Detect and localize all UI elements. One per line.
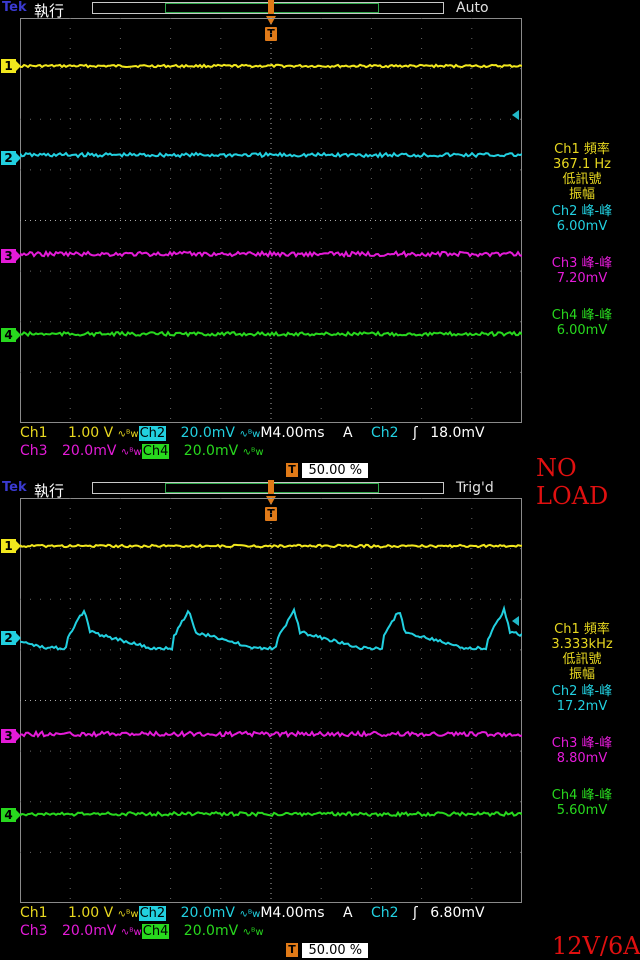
trigger-position-icon: T [286,943,298,957]
ch2-label: Ch2 [138,426,167,441]
ch3-readout: Ch3 峰-峰 7.20mV [551,256,613,286]
trigger-source: Ch2 [371,905,399,921]
ch4-marker[interactable]: 4 [1,328,21,342]
graticule-svg [20,18,522,423]
graticule-lines [20,498,522,903]
ch1-marker[interactable]: 1 [1,539,21,553]
ch1-marker[interactable]: 1 [1,59,21,73]
record-position-marker [268,0,274,14]
ch2-marker[interactable]: 2 [1,631,21,645]
ch1-coupling-icon: ∿ᴮw [117,909,139,920]
measurement-readouts: Ch1 頻率 3.333kHz 低訊號 振幅 Ch2 峰-峰 17.2mV Ch… [524,622,640,838]
ch2-label: Ch2 [138,906,167,921]
ch3-label: Ch3 [20,923,48,939]
trigger-level-marker [512,110,519,120]
trigger-state: Trig'd [456,480,494,496]
ch2-scale: 20.0mV [180,905,235,921]
waveform-graticule [20,18,522,423]
ch3-trace [20,249,522,259]
status-row-2: Ch3 20.0mV ∿ᴮwCh4 20.0mV ∿ᴮw [20,443,264,459]
trigger-slope-icon: ʃ [413,905,418,921]
trigger-level: 18.0mV [430,425,485,441]
trigger-slope-icon: ʃ [413,425,418,441]
ch1-trace [20,543,522,549]
record-position-marker [268,480,274,494]
trigger-position-readout: T 50.00 % [286,942,369,958]
ch4-label: Ch4 [141,924,170,939]
ch4-label: Ch4 [141,444,170,459]
ch4-readout: Ch4 峰-峰 6.00mV [551,308,613,338]
timebase: M4.00ms [260,425,325,441]
status-row-1: Ch1 1.00 V ∿ᴮwCh2 20.0mV ∿ᴮwM4.00ms A Ch… [20,425,485,441]
status-row-2: Ch3 20.0mV ∿ᴮwCh4 20.0mV ∿ᴮw [20,923,264,939]
trigger-position-readout: T 50.00 % [286,462,369,478]
annotation-12v-6a: 12V/6A [552,932,640,960]
annotation-no-load: NO LOAD [536,454,609,510]
ch3-readout: Ch3 峰-峰 8.80mV [551,736,613,766]
ch3-coupling-icon: ∿ᴮw [120,447,142,458]
ch4-marker[interactable]: 4 [1,808,21,822]
scope-screen-no-load: Tek 執行 Auto T 1 2 3 4 Ch1 頻率 367.1 Hz 低訊… [0,0,640,480]
ch3-marker[interactable]: 3 [1,729,21,743]
trigger-position-icon: T [286,463,298,477]
timebase: M4.00ms [260,905,325,921]
ch2-scale: 20.0mV [180,425,235,441]
ch2-marker[interactable]: 2 [1,151,21,165]
ch4-trace [20,330,522,338]
tek-logo: Tek [2,0,27,15]
ch1-scale: 1.00 V [68,905,114,921]
ch3-label: Ch3 [20,443,48,459]
ch3-scale: 20.0mV [62,923,117,939]
ch3-coupling-icon: ∿ᴮw [120,927,142,938]
ch4-scale: 20.0mV [183,443,239,459]
trigger-position-value: 50.00 % [302,463,369,478]
graticule-lines [20,18,522,423]
trigger-position-value: 50.00 % [302,943,369,958]
trigger-mode: A [342,425,353,441]
trigger-level: 6.80mV [430,905,485,921]
ch2-coupling-icon: ∿ᴮw [239,429,261,440]
tek-logo: Tek [2,480,27,495]
ch2-readout: Ch2 峰-峰 6.00mV [551,204,613,234]
ch1-scale: 1.00 V [68,425,114,441]
trigger-source: Ch2 [371,425,399,441]
ch4-coupling-icon: ∿ᴮw [242,447,264,458]
ch1-readout: Ch1 頻率 3.333kHz 低訊號 振幅 [551,622,613,682]
ch1-coupling-icon: ∿ᴮw [117,429,139,440]
waveform-graticule [20,498,522,903]
graticule-svg [20,498,522,903]
ch4-scale: 20.0mV [183,923,239,939]
status-row-1: Ch1 1.00 V ∿ᴮwCh2 20.0mV ∿ᴮwM4.00ms A Ch… [20,905,485,921]
ch1-readout: Ch1 頻率 367.1 Hz 低訊號 振幅 [553,142,611,202]
scope-screen-12v-6a: Tek 執行 Trig'd T 1 2 3 4 Ch1 頻率 3.333kHz … [0,480,640,960]
trigger-state: Auto [456,0,489,16]
ch1-label: Ch1 [20,425,48,441]
ch1-trace [20,63,522,69]
ch2-coupling-icon: ∿ᴮw [239,909,261,920]
ch2-readout: Ch2 峰-峰 17.2mV [551,684,613,714]
trigger-mode: A [342,905,353,921]
ch2-trace [20,151,522,159]
ch1-label: Ch1 [20,905,48,921]
ch3-marker[interactable]: 3 [1,249,21,263]
ch3-scale: 20.0mV [62,443,117,459]
measurement-readouts: Ch1 頻率 367.1 Hz 低訊號 振幅 Ch2 峰-峰 6.00mV Ch… [524,142,640,358]
ch4-readout: Ch4 峰-峰 5.60mV [551,788,613,818]
ch4-coupling-icon: ∿ᴮw [242,927,264,938]
trigger-level-marker [512,616,519,626]
